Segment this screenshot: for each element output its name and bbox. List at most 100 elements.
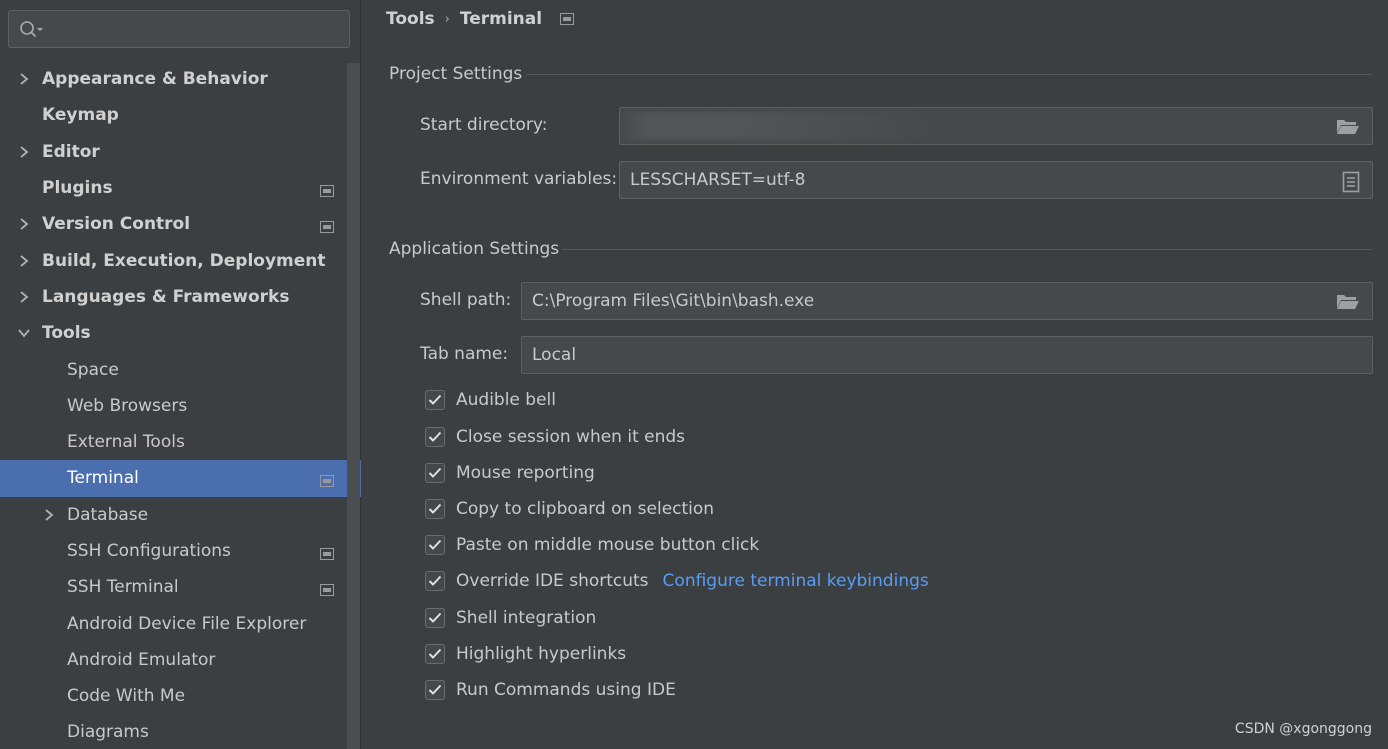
search-input[interactable] xyxy=(8,10,350,48)
sidebar-item-label: Diagrams xyxy=(67,722,149,743)
checkbox-label[interactable]: Override IDE shortcuts xyxy=(456,571,649,591)
chevron-right-icon[interactable] xyxy=(17,72,31,86)
chevron-right-icon[interactable] xyxy=(17,217,31,231)
sidebar-item-tools[interactable]: Tools xyxy=(0,315,347,351)
project-settings-title: Project Settings xyxy=(389,64,523,84)
sidebar-item-external-tools[interactable]: External Tools xyxy=(0,424,347,460)
tab-name-label: Tab name: xyxy=(420,344,509,364)
configure-keybindings-link[interactable]: Configure terminal keybindings xyxy=(663,571,929,591)
watermark: CSDN @xgonggong xyxy=(1234,721,1372,737)
sidebar-item-appearance-behavior[interactable]: Appearance & Behavior xyxy=(0,61,347,97)
checkbox[interactable] xyxy=(425,680,445,700)
start-directory-field[interactable] xyxy=(619,107,1373,145)
sidebar-item-label: Database xyxy=(67,504,149,525)
sidebar-item-android-emulator[interactable]: Android Emulator xyxy=(0,642,347,678)
redacted-path xyxy=(620,112,940,140)
search-icon xyxy=(19,20,45,44)
checkbox[interactable] xyxy=(425,644,445,664)
sidebar-item-web-browsers[interactable]: Web Browsers xyxy=(0,388,347,424)
sidebar-item-version-control[interactable]: Version Control xyxy=(0,206,347,242)
folder-icon[interactable] xyxy=(1336,117,1360,140)
sidebar-item-label: Tools xyxy=(42,323,91,344)
checkbox[interactable] xyxy=(425,427,445,447)
checkbox-label[interactable]: Paste on middle mouse button click xyxy=(456,535,759,555)
checkbox-label[interactable]: Mouse reporting xyxy=(456,463,595,483)
checkbox-row: Run Commands using IDE xyxy=(425,677,676,703)
sidebar-item-label: Languages & Frameworks xyxy=(42,286,290,307)
env-vars-field[interactable]: LESSCHARSET=utf-8 xyxy=(619,161,1373,199)
tab-name-field[interactable]: Local xyxy=(521,336,1373,374)
sidebar-item-label: Keymap xyxy=(42,105,119,126)
sidebar-item-code-with-me[interactable]: Code With Me xyxy=(0,678,347,714)
sidebar-item-plugins[interactable]: Plugins xyxy=(0,170,347,206)
settings-sidebar: Appearance & Behavior Keymap Editor Plugins… xyxy=(0,0,361,749)
sidebar-item-terminal[interactable]: Terminal xyxy=(0,460,361,497)
checkbox-row: Paste on middle mouse button click xyxy=(425,532,759,558)
chevron-right-icon[interactable] xyxy=(42,508,56,522)
checkbox-label[interactable]: Copy to clipboard on selection xyxy=(456,499,714,519)
checkbox[interactable] xyxy=(425,390,445,410)
checkbox[interactable] xyxy=(425,463,445,483)
checkmark-icon xyxy=(428,612,442,623)
sidebar-item-space[interactable]: Space xyxy=(0,351,347,387)
project-scope-icon xyxy=(320,182,334,198)
checkmark-icon xyxy=(428,575,442,586)
project-scope-icon xyxy=(320,545,334,560)
sidebar-item-keymap[interactable]: Keymap xyxy=(0,97,347,133)
shell-path-field[interactable]: C:\Program Files\Git\bin\bash.exe xyxy=(521,282,1373,320)
sidebar-item-label: Android Emulator xyxy=(67,649,216,670)
sidebar-item-label: Terminal xyxy=(67,468,139,489)
sidebar-item-label: SSH Terminal xyxy=(67,577,179,598)
checkbox-label[interactable]: Shell integration xyxy=(456,608,596,628)
checkbox-row: Shell integration xyxy=(425,605,596,631)
sidebar-item-label: Editor xyxy=(42,141,100,162)
sidebar-item-database[interactable]: Database xyxy=(0,497,347,533)
breadcrumb-current: Terminal xyxy=(459,9,543,29)
sidebar-item-build-execution-deployment[interactable]: Build, Execution, Deployment xyxy=(0,242,347,278)
chevron-right-icon: › xyxy=(444,11,450,27)
project-scope-icon xyxy=(560,13,575,25)
breadcrumb-parent[interactable]: Tools xyxy=(386,9,435,29)
env-vars-label: Environment variables: xyxy=(420,169,618,189)
sidebar-item-diagrams[interactable]: Diagrams xyxy=(0,714,347,749)
settings-tree: Appearance & Behavior Keymap Editor Plugins… xyxy=(0,61,361,749)
application-settings-title: Application Settings xyxy=(389,239,560,259)
sidebar-scrollbar[interactable] xyxy=(347,63,360,749)
chevron-right-icon[interactable] xyxy=(17,290,31,304)
sidebar-item-label: External Tools xyxy=(67,432,185,453)
sidebar-item-ssh-terminal[interactable]: SSH Terminal xyxy=(0,569,347,605)
checkbox[interactable] xyxy=(425,571,445,591)
checkbox-row: Mouse reporting xyxy=(425,460,595,486)
folder-icon[interactable] xyxy=(1336,292,1360,315)
checkmark-icon xyxy=(428,684,442,695)
sidebar-item-label: Web Browsers xyxy=(67,395,188,416)
project-scope-icon xyxy=(320,472,334,488)
document-icon[interactable] xyxy=(1342,171,1360,198)
section-divider xyxy=(562,249,1372,250)
checkbox-label[interactable]: Run Commands using IDE xyxy=(456,680,676,700)
checkbox-label[interactable]: Audible bell xyxy=(456,390,556,410)
project-scope-icon xyxy=(320,218,334,234)
sidebar-item-editor[interactable]: Editor xyxy=(0,134,347,170)
sidebar-item-ssh-configurations[interactable]: SSH Configurations xyxy=(0,533,347,569)
checkmark-icon xyxy=(428,431,442,442)
sidebar-item-label: Android Device File Explorer xyxy=(67,613,307,634)
settings-panel: Tools › Terminal Project Settings Start … xyxy=(361,0,1388,749)
checkbox-row: Highlight hyperlinks xyxy=(425,641,626,667)
breadcrumb: Tools › Terminal xyxy=(386,8,575,30)
checkbox[interactable] xyxy=(425,499,445,519)
checkbox-label[interactable]: Close session when it ends xyxy=(456,427,685,447)
checkbox[interactable] xyxy=(425,535,445,555)
chevron-right-icon[interactable] xyxy=(17,145,31,159)
sidebar-item-label: Version Control xyxy=(42,214,191,235)
checkmark-icon xyxy=(428,467,442,478)
chevron-right-icon[interactable] xyxy=(17,254,31,268)
checkmark-icon xyxy=(428,539,442,550)
sidebar-item-android-device-file-explorer[interactable]: Android Device File Explorer xyxy=(0,605,347,641)
checkbox[interactable] xyxy=(425,608,445,628)
sidebar-item-languages-frameworks[interactable]: Languages & Frameworks xyxy=(0,279,347,315)
checkbox-label[interactable]: Highlight hyperlinks xyxy=(456,644,626,664)
start-directory-label: Start directory: xyxy=(420,115,548,135)
chevron-down-icon[interactable] xyxy=(17,326,31,340)
checkmark-icon xyxy=(428,648,442,659)
